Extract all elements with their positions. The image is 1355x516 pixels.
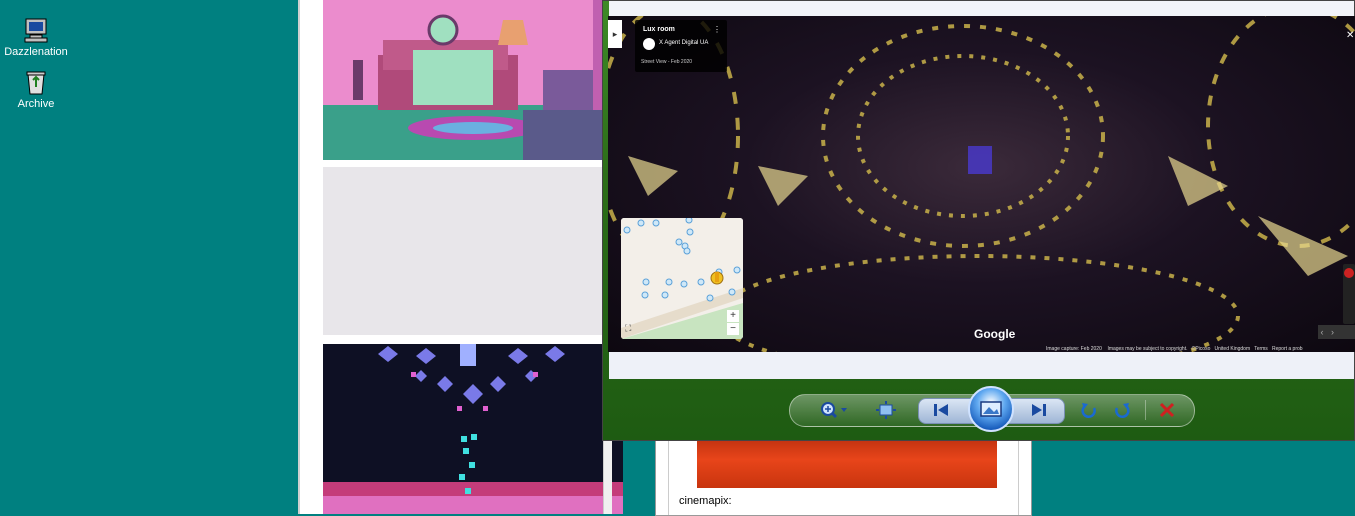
blank-image-placeholder: [323, 167, 623, 335]
place-info-card: Lux room ⋮ X Agent Digital UA Street Vie…: [635, 20, 727, 72]
fullscreen-icon[interactable]: ⛶: [625, 323, 631, 334]
owner-name[interactable]: X Agent Digital UA: [659, 40, 708, 46]
previous-icon[interactable]: [927, 397, 955, 423]
computer-icon: [22, 16, 50, 44]
recycle-bin-icon: [22, 68, 50, 96]
pixel-art-living-room-image[interactable]: [323, 0, 623, 160]
zoom-out-button[interactable]: −: [727, 323, 739, 335]
google-logo: Google: [974, 327, 1016, 341]
desktop-icon-label: Dazzlenation: [4, 46, 68, 58]
actual-size-icon[interactable]: [872, 397, 900, 423]
slideshow-icon[interactable]: [968, 386, 1014, 432]
footer-capture: Image capture: Feb 2020: [1046, 346, 1102, 352]
nav-arrows[interactable]: ‹ ›: [1318, 325, 1355, 339]
collapse-panel-button[interactable]: ▸: [608, 20, 622, 48]
zoom-icon[interactable]: [816, 397, 852, 423]
footer-terms[interactable]: Terms: [1254, 346, 1268, 352]
desktop-icon-archive[interactable]: Archive: [0, 68, 72, 110]
toolbar-separator: [1145, 400, 1146, 420]
capture-date: Street View - Feb 2020: [641, 59, 693, 65]
footer-copyright: Images may be subject to copyright.: [1107, 346, 1188, 352]
rotate-right-icon[interactable]: [1108, 397, 1136, 423]
rotate-left-icon[interactable]: [1075, 397, 1103, 423]
street-view-footer: Image capture: Feb 2020 Images may be su…: [1046, 346, 1355, 352]
footer-report[interactable]: Report a prob: [1272, 346, 1303, 352]
delete-icon[interactable]: [1153, 397, 1181, 423]
street-view-controls[interactable]: [1343, 264, 1355, 324]
compass-icon[interactable]: [1344, 268, 1354, 278]
desktop-icon-dazzlenation[interactable]: Dazzlenation: [0, 16, 72, 58]
more-options-icon[interactable]: ⋮: [713, 25, 721, 34]
place-name: Lux room: [643, 26, 675, 33]
zoom-in-button[interactable]: +: [727, 310, 739, 322]
footer-attribution: ©Picoso: [1191, 346, 1211, 352]
owner-avatar: [643, 38, 655, 50]
footer-region[interactable]: United Kingdom: [1215, 346, 1251, 352]
next-icon[interactable]: [1025, 397, 1053, 423]
post-caption: cinemapix:: [679, 495, 732, 507]
background-window[interactable]: cinemapix:: [655, 430, 1032, 516]
desktop-icon-label: Archive: [17, 98, 55, 110]
pixel-art-crystals-image[interactable]: [323, 344, 623, 514]
post-content: cinemapix:: [668, 431, 1019, 515]
close-icon[interactable]: ✕: [1346, 30, 1354, 41]
minimap[interactable]: ⛶ + −: [621, 218, 743, 339]
web-page-panel: [298, 0, 623, 514]
